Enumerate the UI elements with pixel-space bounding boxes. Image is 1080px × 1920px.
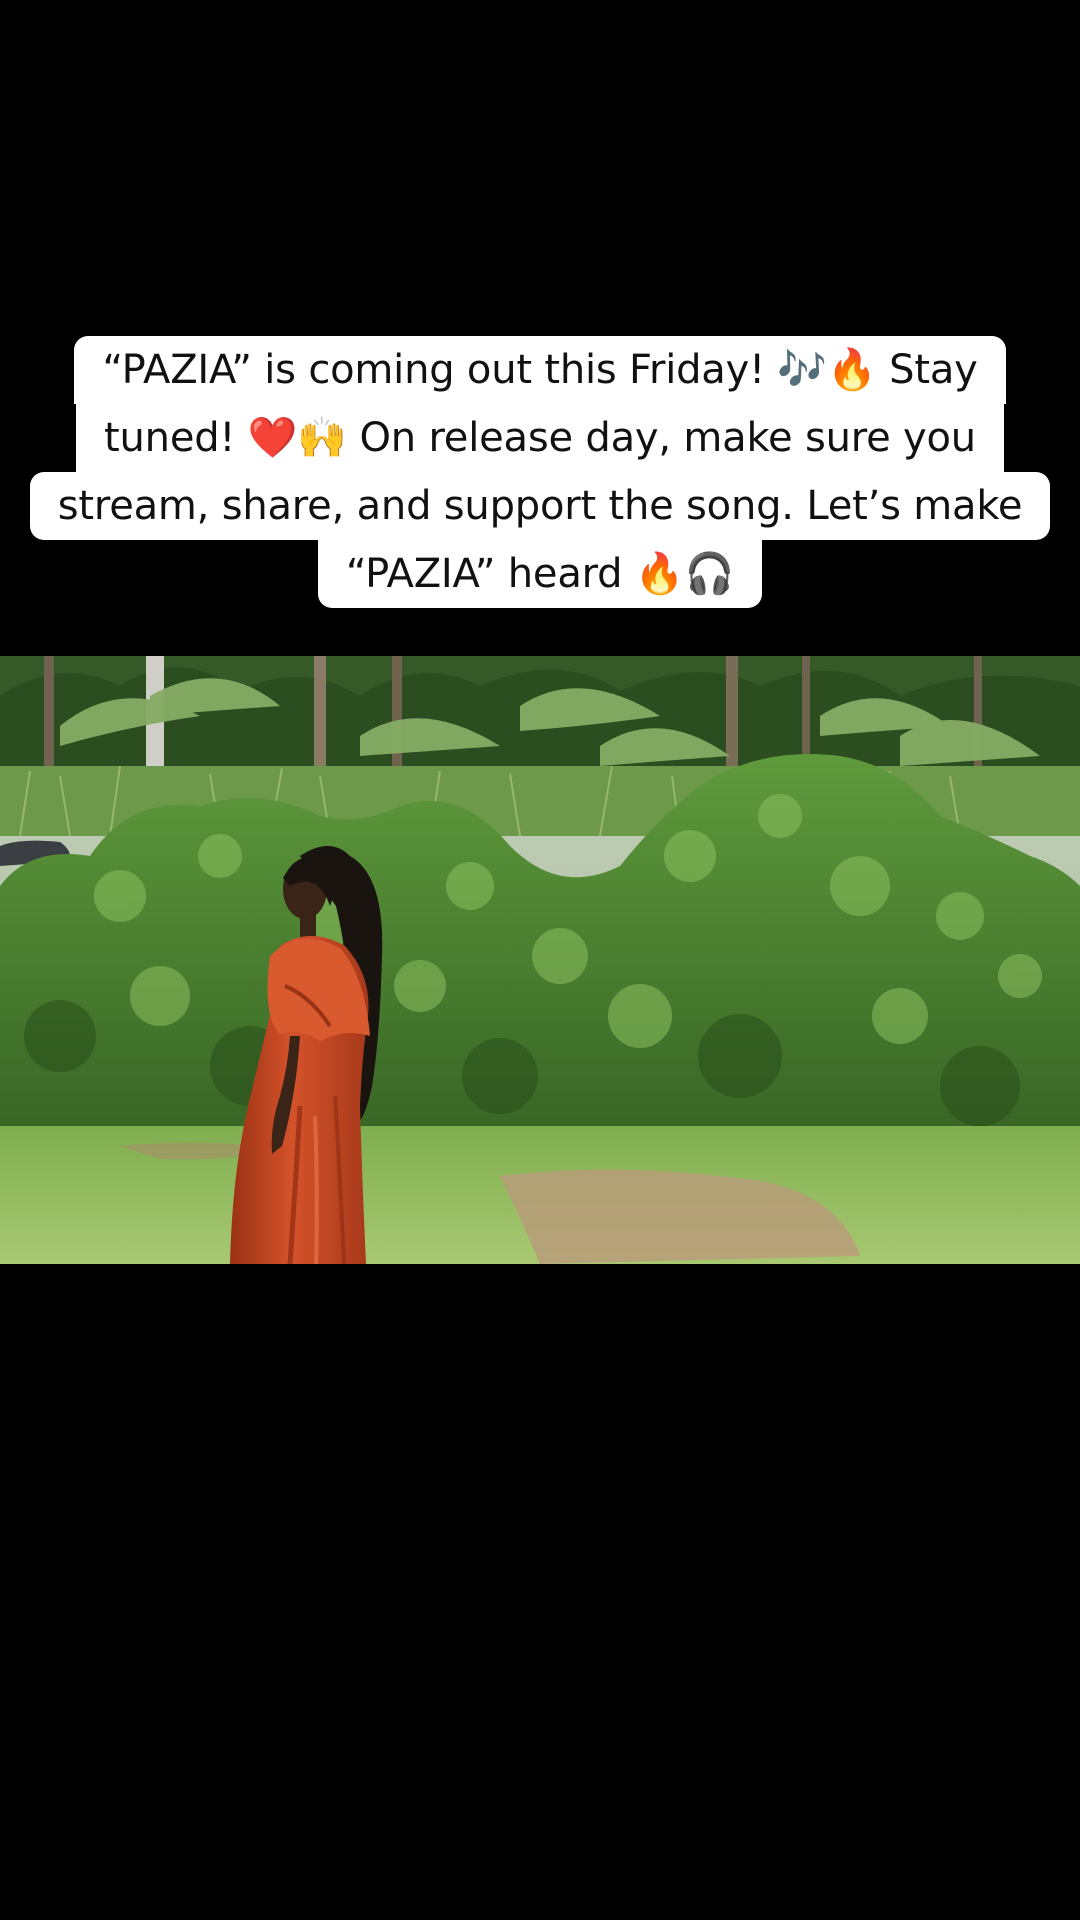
dress-highlight	[313, 1115, 319, 1264]
video-screen[interactable]: “PAZIA” is coming out this Friday! 🎶🔥 St…	[0, 0, 1080, 1920]
caption-line: stream, share, and support the song. Let…	[29, 472, 1051, 540]
caption-overlay: “PAZIA” is coming out this Friday! 🎶🔥 St…	[0, 336, 1080, 608]
tree-trunk	[44, 656, 54, 766]
caption-line: “PAZIA” heard 🔥🎧	[317, 540, 763, 608]
caption-line: “PAZIA” is coming out this Friday! 🎶🔥 St…	[74, 336, 1006, 404]
video-frame[interactable]	[0, 656, 1080, 1264]
neck	[300, 914, 316, 938]
video-scene-illustration	[0, 656, 1080, 1264]
caption-line: tuned! ❤️🙌 On release day, make sure you	[76, 404, 1004, 472]
